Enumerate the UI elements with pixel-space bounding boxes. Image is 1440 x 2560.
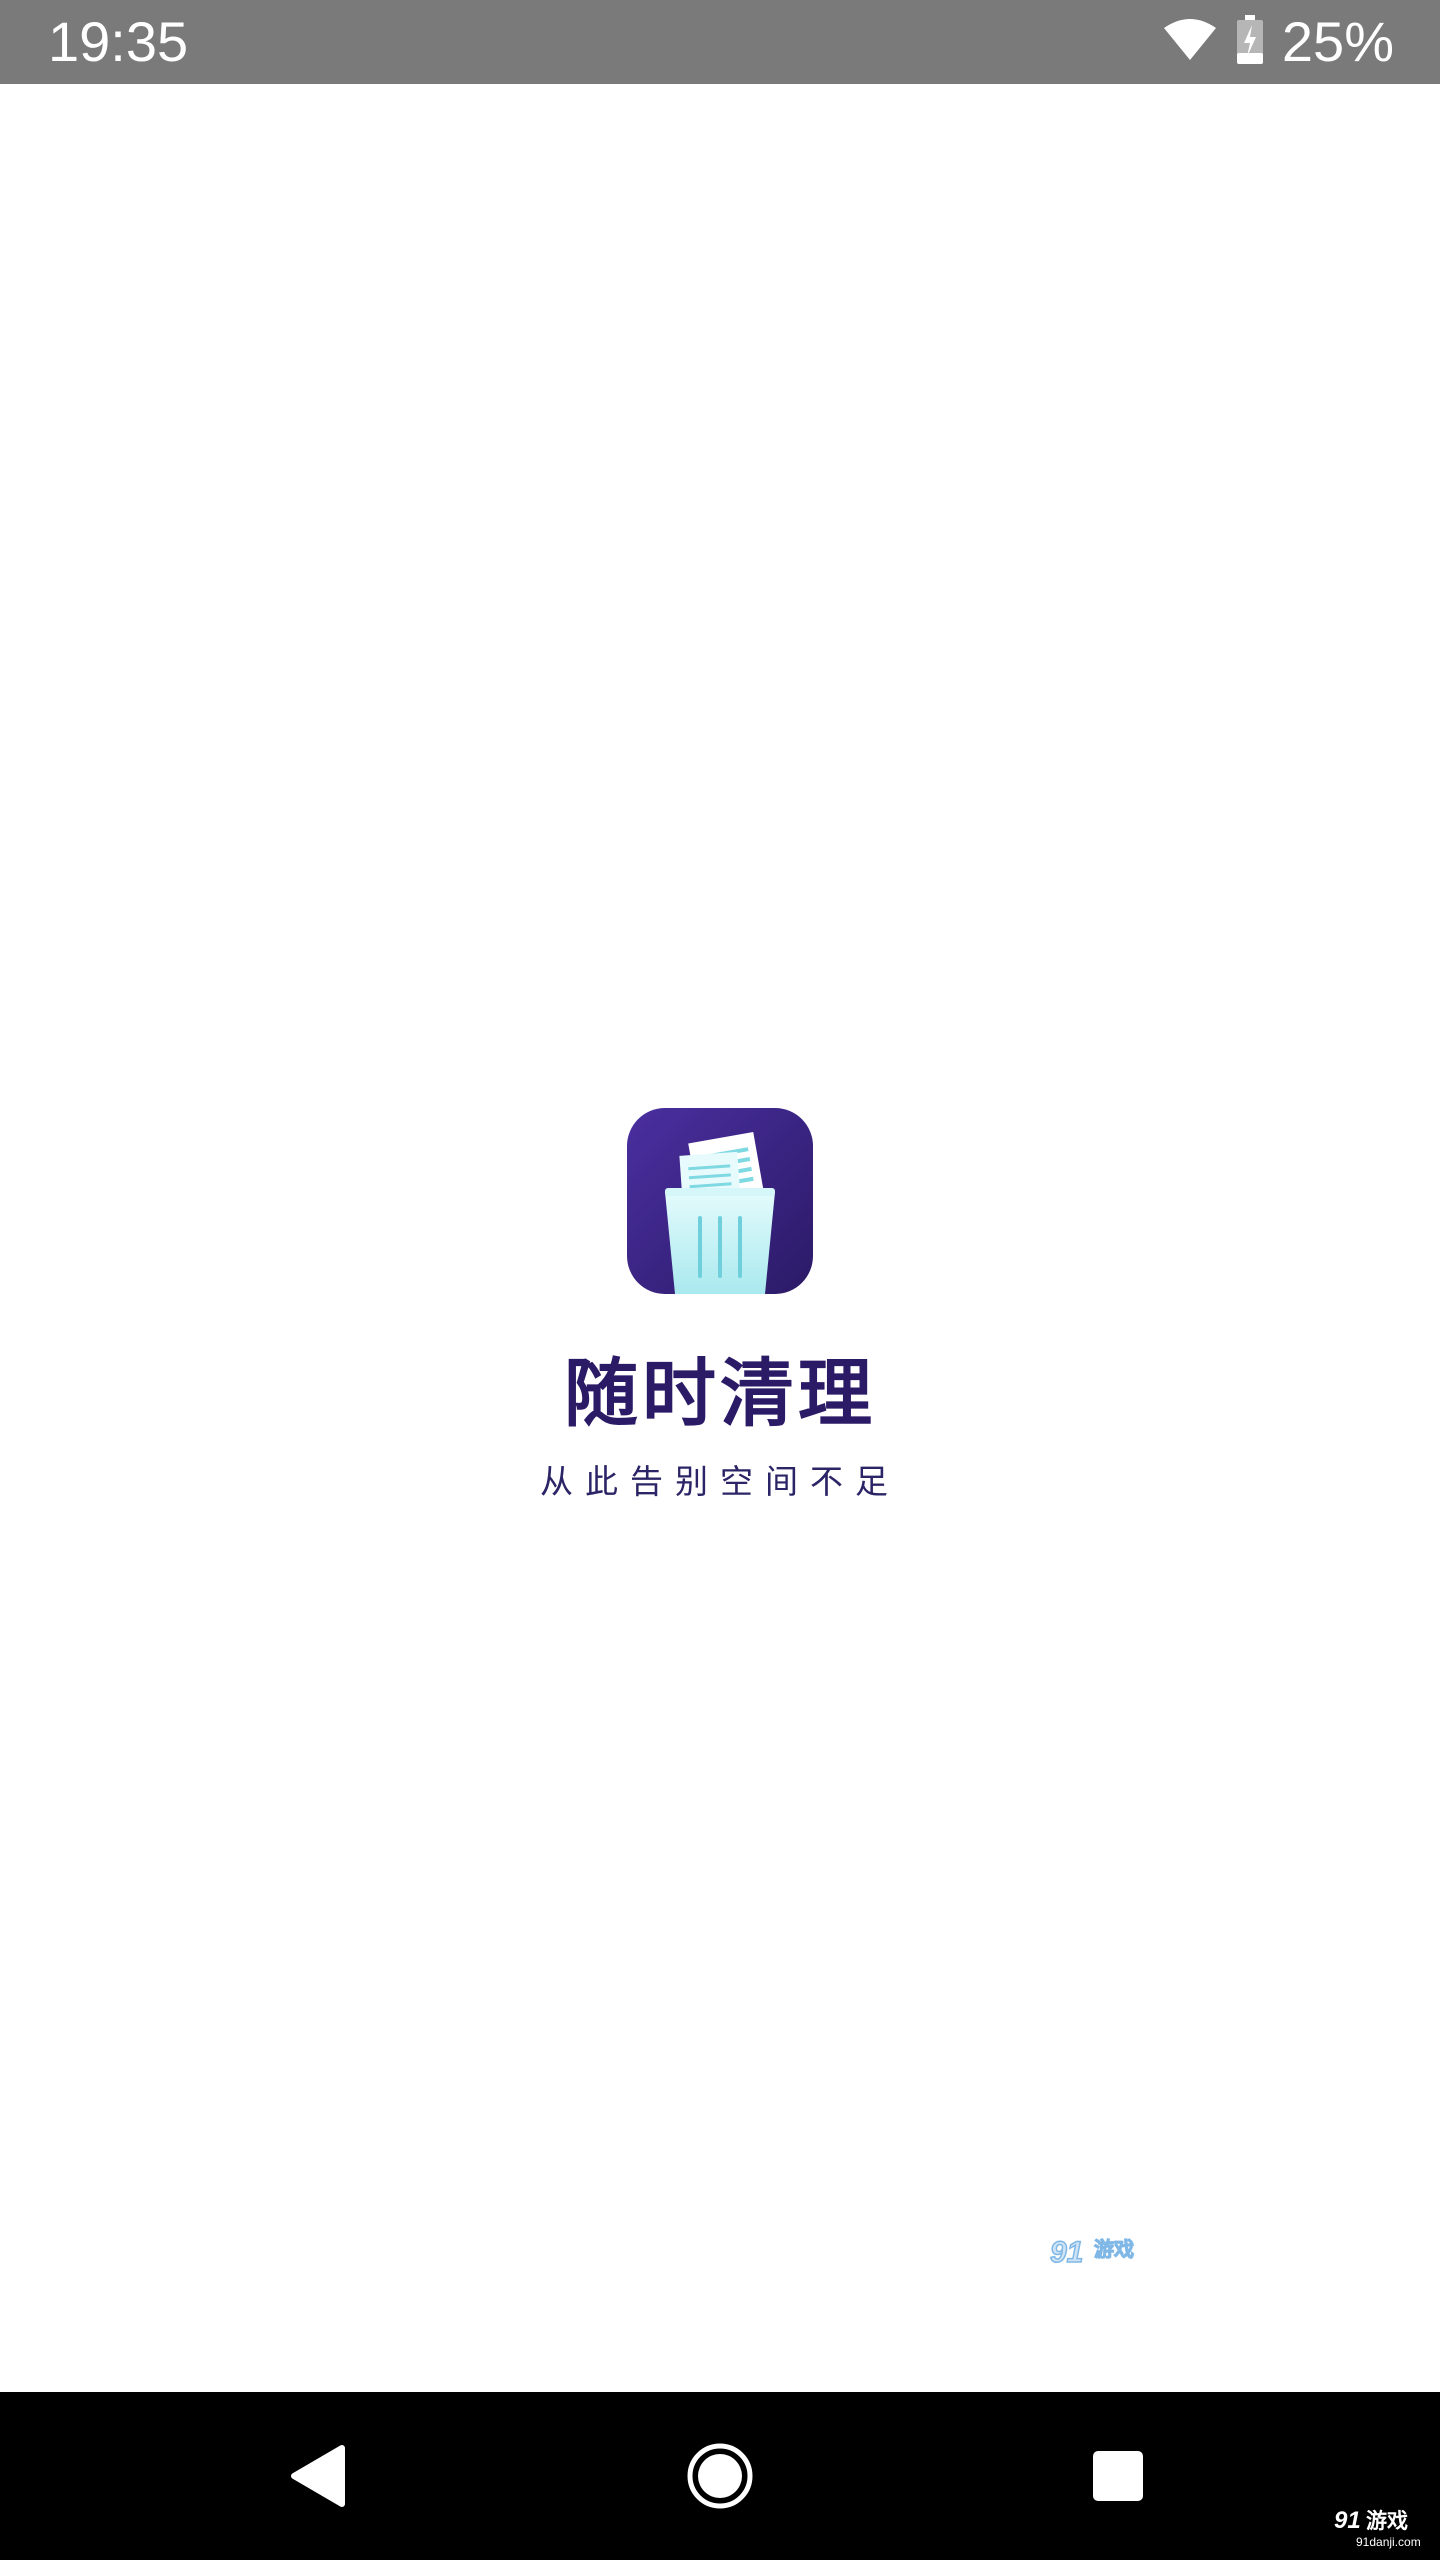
status-bar: 19:35 25%	[0, 0, 1440, 84]
app-name: 随时清理	[564, 1351, 876, 1437]
battery-percent: 25%	[1281, 10, 1394, 73]
home-circle-icon	[687, 2443, 753, 2509]
splash-content: 随时清理 从此告别空间不足	[0, 1108, 1440, 1503]
status-indicators: 25%	[1162, 0, 1394, 84]
svg-text:91: 91	[1050, 2236, 1083, 2269]
home-button[interactable]	[640, 2392, 800, 2560]
svg-text:91: 91	[1334, 2507, 1361, 2534]
watermark-logo: 91 游戏	[1048, 2230, 1148, 2274]
recents-button[interactable]	[1038, 2392, 1198, 2560]
app-slogan: 从此告别空间不足	[540, 1462, 900, 1501]
svg-text:91danji.com: 91danji.com	[1356, 2535, 1421, 2549]
back-button[interactable]	[238, 2392, 398, 2560]
svg-text:游戏: 游戏	[1366, 2509, 1408, 2533]
recents-square-icon	[1093, 2451, 1143, 2501]
status-time: 19:35	[48, 10, 189, 73]
battery-charging-icon	[1236, 15, 1264, 69]
back-triangle-icon	[291, 2445, 345, 2507]
wifi-icon	[1162, 18, 1218, 66]
app-logo-icon	[627, 1108, 813, 1294]
navigation-bar: 91 游戏 91danji.com	[0, 2392, 1440, 2560]
svg-text:游戏: 游戏	[1094, 2237, 1134, 2261]
corner-watermark: 91 游戏 91danji.com	[1332, 2502, 1426, 2550]
